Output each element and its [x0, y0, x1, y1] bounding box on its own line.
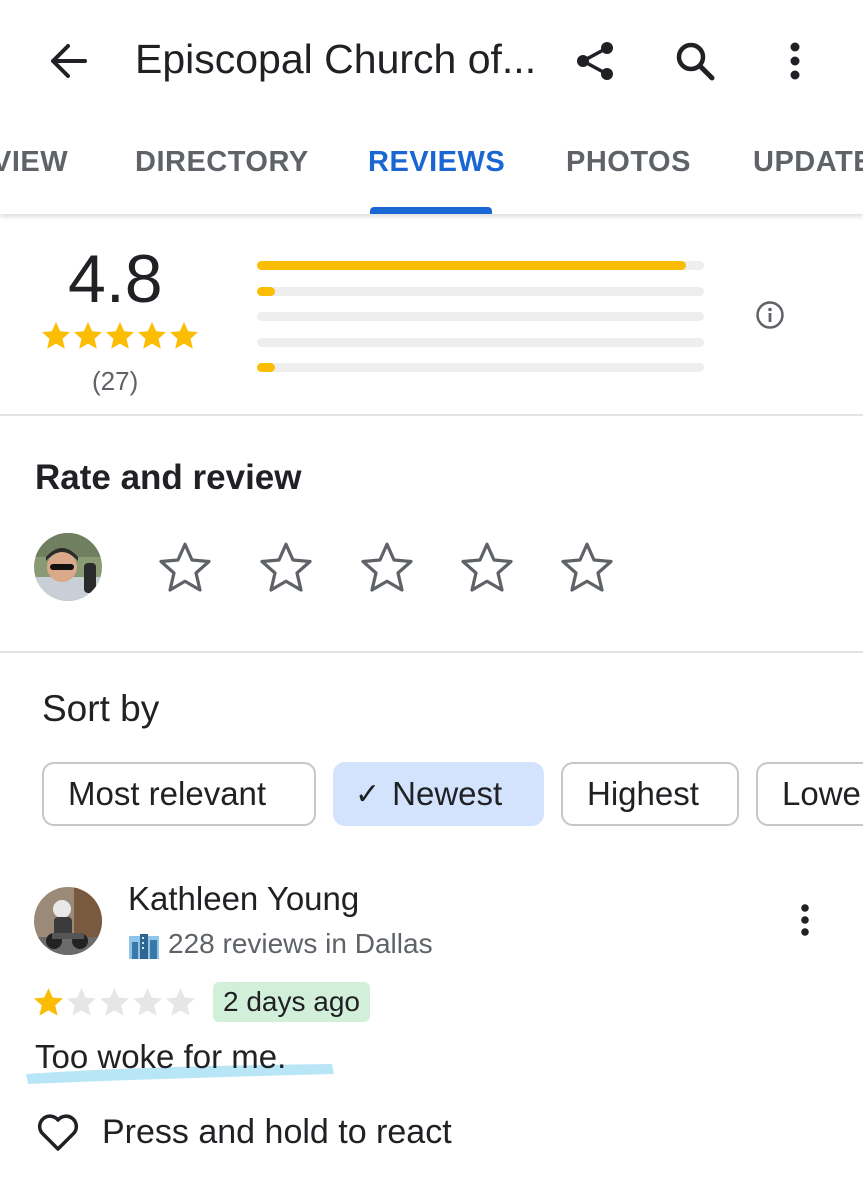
tab-photos[interactable]: PHOTOS — [566, 146, 691, 179]
rate-star-3[interactable] — [357, 538, 417, 603]
tab-reviews[interactable]: REVIEWS — [368, 146, 505, 179]
rating-bar-2[interactable] — [257, 338, 704, 347]
tab-bar: VIEW DIRECTORY REVIEWS PHOTOS UPDATE — [0, 120, 863, 214]
star-outline-icon — [260, 542, 312, 592]
info-icon — [756, 301, 784, 329]
star-empty-icon — [133, 988, 162, 1016]
search-icon — [676, 42, 715, 81]
divider — [0, 651, 863, 653]
sort-chip-most-relevant[interactable]: Most relevant — [42, 762, 316, 826]
tab-updates[interactable]: UPDATE — [753, 146, 863, 179]
rating-bar-fill — [257, 261, 687, 270]
review-count: (27) — [92, 366, 139, 396]
rating-bar-fill — [257, 363, 275, 372]
star-outline-icon — [461, 542, 513, 592]
star-empty-icon — [100, 988, 129, 1016]
rate-star-2[interactable] — [256, 538, 316, 603]
share-icon — [577, 42, 613, 80]
rating-bar-4[interactable] — [257, 287, 704, 296]
active-tab-indicator — [370, 207, 492, 214]
more-vert-icon — [790, 42, 800, 80]
reviewer-avatar[interactable] — [34, 887, 102, 955]
search-button[interactable] — [670, 36, 720, 86]
arrow-back-icon — [51, 44, 87, 78]
heart-outline-icon — [37, 1114, 79, 1151]
react-label: Press and hold to react — [102, 1112, 452, 1151]
star-outline-icon — [159, 542, 211, 592]
chip-label: Lowe — [782, 775, 861, 812]
star-filled-icon — [34, 988, 63, 1016]
avatar[interactable] — [34, 533, 102, 601]
star-outline-icon — [561, 542, 613, 592]
chip-label: Newest — [392, 775, 503, 812]
react-button[interactable]: Press and hold to react — [36, 1112, 452, 1152]
chip-label: Highest — [587, 775, 699, 812]
rating-bar-fill — [257, 287, 275, 296]
share-button[interactable] — [570, 36, 620, 86]
sort-by-label: Sort by — [42, 688, 160, 729]
sort-chip-lowest[interactable]: Lowe — [756, 762, 863, 826]
average-rating-stars — [40, 320, 200, 352]
rate-star-1[interactable] — [155, 538, 215, 603]
sort-chip-highest[interactable]: Highest — [561, 762, 739, 826]
star-empty-icon — [67, 988, 96, 1016]
review-more-button[interactable] — [788, 898, 822, 942]
rate-star-4[interactable] — [457, 538, 517, 603]
info-button[interactable] — [755, 300, 785, 335]
star-outline-icon — [361, 542, 413, 592]
review-text: Too woke for me. — [35, 1038, 287, 1075]
more-options-button[interactable] — [772, 36, 818, 86]
city-icon — [129, 934, 159, 959]
star-filled-icon — [170, 322, 198, 349]
review-rating-stars — [32, 986, 197, 1019]
top-app-bar: Episcopal Church of... — [0, 0, 863, 120]
star-filled-icon — [138, 322, 166, 349]
star-filled-icon — [42, 322, 70, 349]
rating-bar-3[interactable] — [257, 312, 704, 321]
back-button[interactable] — [40, 36, 96, 86]
reviewer-stats: 228 reviews in Dallas — [168, 928, 433, 959]
reviewer-meta: 228 reviews in Dallas — [128, 928, 433, 960]
divider — [0, 414, 863, 416]
rating-bar-1[interactable] — [257, 363, 704, 372]
reviewer-avatar-photo — [34, 887, 102, 955]
star-filled-icon — [106, 322, 134, 349]
rating-bar-5[interactable] — [257, 261, 704, 270]
sort-chip-newest[interactable]: ✓ Newest — [333, 762, 544, 826]
star-empty-icon — [166, 988, 195, 1016]
place-title: Episcopal Church of... — [135, 36, 537, 82]
check-icon: ✓ — [355, 777, 381, 811]
star-filled-icon — [74, 322, 102, 349]
rate-and-review-title: Rate and review — [35, 458, 302, 497]
more-vert-icon — [801, 904, 809, 936]
average-rating: 4.8 — [68, 241, 163, 317]
tab-overview[interactable]: VIEW — [0, 146, 68, 179]
chip-label: Most relevant — [68, 775, 267, 812]
rate-star-5[interactable] — [557, 538, 617, 603]
reviewer-name[interactable]: Kathleen Young — [128, 880, 359, 918]
tab-directory[interactable]: DIRECTORY — [135, 146, 309, 179]
user-avatar-photo — [34, 533, 102, 601]
review-time-badge: 2 days ago — [213, 982, 370, 1022]
